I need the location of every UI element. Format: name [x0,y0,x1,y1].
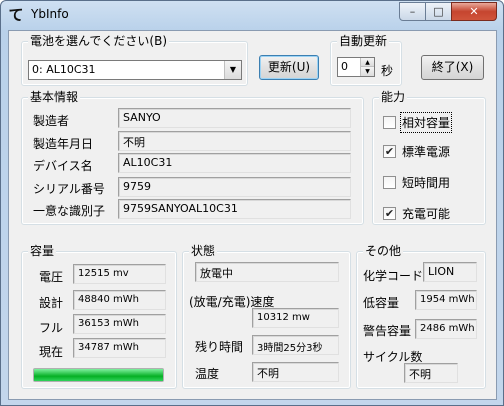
window-title: YbInfo [31,7,69,21]
voltage-value: 12515 mv [73,264,166,284]
device-name-label: デバイス名 [33,159,93,173]
spin-down-icon[interactable]: ▼ [361,67,374,76]
manufacture-date-label: 製造年月日 [33,137,94,151]
status-value: 放電中 [195,262,339,282]
chemistry-value: LION [423,262,477,282]
chemistry-label: 化学コード [363,269,424,283]
capacity-progress-bar [33,368,164,382]
design-capacity-label: 設計 [39,296,64,310]
current-capacity-value: 34787 mWh [73,338,166,358]
full-capacity-label: フル [39,321,64,335]
auto-update-label: 自動更新 [337,34,390,48]
battery-dropdown-value: 0: AL10C31 [32,63,96,76]
minimize-button[interactable]: – [399,2,426,21]
auto-update-unit: 秒 [381,64,394,78]
serial-number-label: シリアル番号 [33,182,105,196]
battery-dropdown[interactable]: 0: AL10C31 ▼ [28,60,242,80]
unique-id-label: 一意な識別子 [33,204,106,218]
auto-update-value[interactable]: 0 [341,60,348,73]
capacity-label: 容量 [28,244,57,258]
checkbox-standard-power[interactable]: ✔ 標準電源 [383,143,450,160]
current-capacity-label: 現在 [39,345,64,359]
device-name-value: AL10C31 [118,153,351,173]
checkbox-label: 充電可能 [402,207,451,221]
checkbox-short-term[interactable]: 短時間用 [383,174,450,191]
client-area: 電池を選んでください(B) 0: AL10C31 ▼ 更新(U) 自動更新 0 … [8,30,497,400]
chevron-down-icon[interactable]: ▼ [224,61,241,79]
manufacturer-value: SANYO [118,108,351,128]
full-capacity-value: 36153 mWh [73,314,166,334]
exit-button[interactable]: 終了(X) [421,55,484,80]
capacity-progress-fill [34,369,163,381]
auto-update-stepper[interactable]: 0 ▲ ▼ [337,57,375,77]
manufacture-date-value: 不明 [118,131,351,151]
checkbox-box[interactable] [383,116,396,129]
app-icon: て [8,6,24,24]
cycle-count-value: 不明 [404,363,458,383]
checkbox-box[interactable] [383,176,396,189]
other-label: その他 [363,244,404,258]
checkbox-relative-capacity[interactable]: 相対容量 [383,112,453,133]
low-capacity-label: 低容量 [363,296,400,310]
checkbox-label: 相対容量 [399,112,453,133]
low-capacity-value: 1954 mWh [415,290,477,310]
basic-info-label: 基本情報 [28,90,81,104]
temperature-value: 不明 [252,362,339,382]
refresh-button[interactable]: 更新(U) [259,55,319,80]
voltage-label: 電圧 [39,270,64,284]
capability-label: 能力 [379,90,408,104]
battery-select-label: 電池を選んでください(B) [28,34,169,48]
checkbox-label: 標準電源 [402,145,451,159]
serial-number-value: 9759 [118,177,351,197]
warning-capacity-value: 2486 mWh [415,319,477,339]
state-label: 状態 [189,244,218,258]
close-button[interactable]: ✕ [451,2,497,21]
remaining-time-value: 3時間25分3秒 [252,335,339,355]
unique-id-value: 9759SANYOAL10C31 [118,199,351,219]
spin-up-icon[interactable]: ▲ [361,58,374,67]
remaining-time-label: 残り時間 [195,340,244,354]
title-bar[interactable]: て YbInfo – □ ✕ [1,1,503,29]
app-window: て YbInfo – □ ✕ 電池を選んでください(B) 0: AL10C31 … [0,0,504,406]
checkmark-icon[interactable]: ✔ [383,207,396,220]
checkbox-label: 短時間用 [402,176,451,190]
rate-value: 10312 mw [252,308,339,328]
maximize-button[interactable]: □ [425,2,452,21]
manufacturer-label: 製造者 [33,114,70,128]
checkmark-icon[interactable]: ✔ [383,145,396,158]
design-capacity-value: 48840 mWh [73,290,166,310]
checkbox-rechargeable[interactable]: ✔ 充電可能 [383,205,450,222]
temperature-label: 温度 [195,367,220,381]
warning-capacity-label: 警告容量 [363,324,412,338]
